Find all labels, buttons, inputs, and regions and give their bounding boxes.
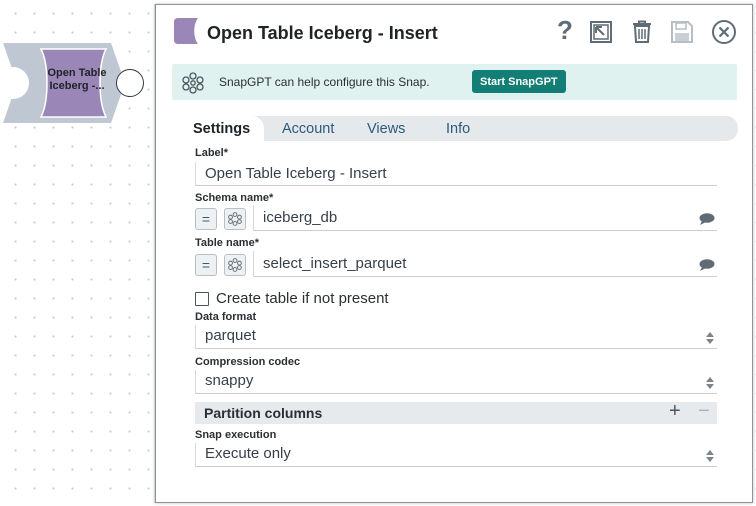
partition-columns-bar: Partition columns + − [195, 400, 717, 424]
dialog-title: Open Table Iceberg - Insert [207, 23, 438, 43]
canvas-snap-label-line2: Iceberg -... [49, 80, 105, 92]
comment-icon[interactable] [699, 213, 715, 225]
tab-account[interactable]: Account [282, 121, 334, 137]
compression-codec-label: Compression codec [195, 356, 301, 368]
help-icon: ? [557, 15, 573, 45]
table-name-snapgpt-button[interactable] [224, 254, 246, 276]
help-button[interactable]: ? [552, 17, 578, 43]
partition-columns-title: Partition columns [204, 405, 323, 421]
create-table-checkbox[interactable] [195, 292, 209, 306]
schema-name-row: = iceberg_db [195, 205, 717, 231]
table-name-expression-toggle[interactable]: = [195, 254, 217, 276]
delete-button[interactable] [629, 19, 655, 45]
save-button[interactable] [669, 19, 695, 45]
table-name-label: Table name* [195, 237, 259, 249]
close-icon [712, 20, 736, 44]
snapgpt-text: SnapGPT can help configure this Snap. [219, 75, 430, 89]
close-button[interactable] [711, 19, 737, 45]
delete-icon [633, 20, 651, 43]
table-name-row: = select_insert_parquet [195, 251, 717, 277]
canvas-snap-label: Open Table Iceberg -... [41, 67, 113, 93]
schema-name-label: Schema name* [195, 192, 274, 204]
select-arrows-icon [706, 377, 714, 389]
tab-bar: Settings Account Views Info [173, 116, 738, 141]
snap-execution-value: Execute only [205, 445, 291, 462]
data-format-value: parquet [205, 327, 256, 344]
schema-name-input[interactable]: iceberg_db [253, 205, 717, 231]
snapgpt-icon [182, 72, 204, 94]
snapgpt-icon [228, 258, 242, 272]
snap-icon [174, 18, 198, 44]
save-icon [671, 21, 693, 43]
comment-icon[interactable] [699, 259, 715, 271]
table-name-value: select_insert_parquet [263, 255, 407, 272]
snap-settings-dialog: Open Table Iceberg - Insert ? SnapGPT ca… [155, 4, 753, 503]
tab-settings[interactable]: Settings [173, 116, 265, 141]
snapgpt-banner: SnapGPT can help configure this Snap. St… [172, 64, 737, 100]
tab-info[interactable]: Info [446, 121, 470, 137]
label-field-label: Label* [195, 147, 229, 159]
export-icon [590, 21, 612, 43]
compression-codec-value: snappy [205, 372, 254, 389]
snap-execution-select[interactable]: Execute only [195, 443, 717, 467]
remove-partition-column-button[interactable]: − [698, 400, 710, 423]
canvas-snap[interactable]: Open Table Iceberg -... [3, 43, 125, 123]
data-format-label: Data format [195, 311, 257, 323]
table-name-input[interactable]: select_insert_parquet [253, 251, 717, 277]
schema-name-expression-toggle[interactable]: = [195, 208, 217, 230]
snap-execution-label: Snap execution [195, 429, 277, 441]
start-snapgpt-button[interactable]: Start SnapGPT [472, 70, 566, 93]
schema-name-snapgpt-button[interactable] [224, 208, 246, 230]
schema-name-value: iceberg_db [263, 209, 338, 226]
tab-views[interactable]: Views [367, 121, 405, 137]
create-table-label: Create table if not present [216, 290, 389, 307]
output-port[interactable] [116, 69, 144, 97]
select-arrows-icon [706, 450, 714, 462]
data-format-select[interactable]: parquet [195, 325, 717, 349]
canvas-snap-label-line1: Open Table [47, 67, 107, 79]
add-partition-column-button[interactable]: + [669, 400, 681, 423]
label-input[interactable]: Open Table Iceberg - Insert [195, 162, 717, 186]
select-arrows-icon [706, 332, 714, 344]
export-button[interactable] [588, 19, 614, 45]
compression-codec-select[interactable]: snappy [195, 370, 717, 394]
snapgpt-icon [228, 212, 242, 226]
